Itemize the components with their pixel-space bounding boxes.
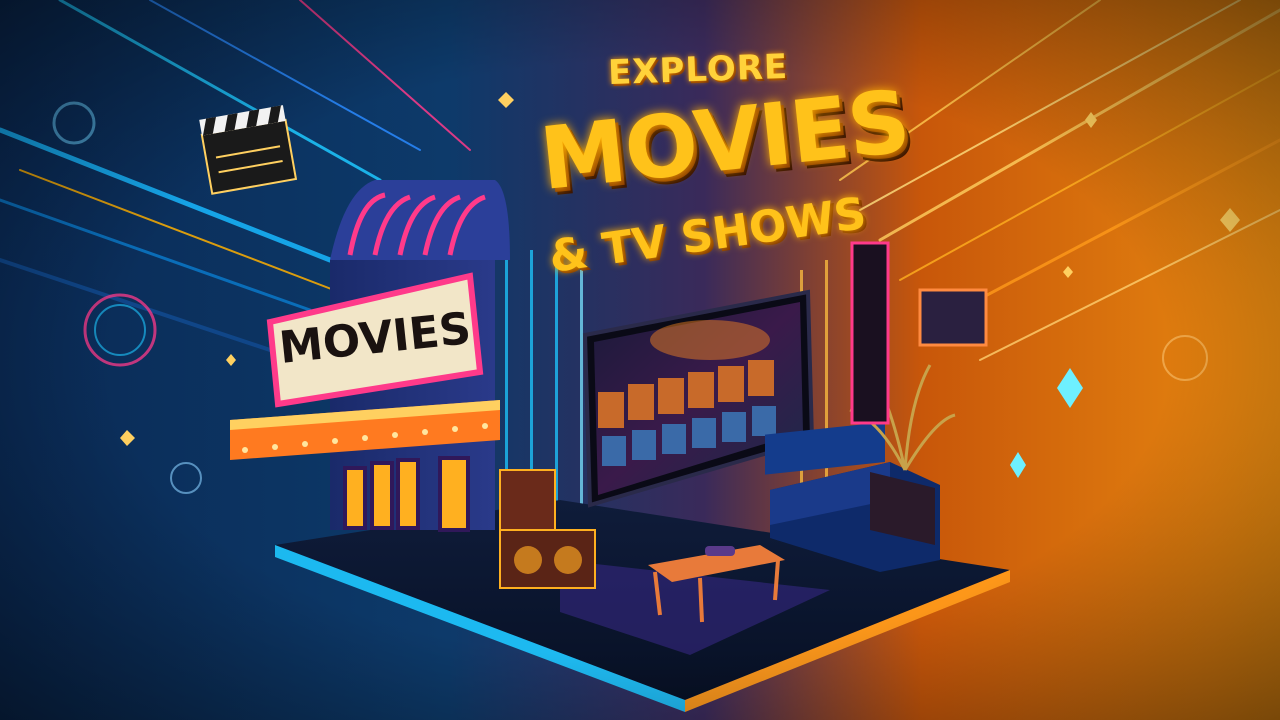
clapperboard-icon (199, 105, 298, 195)
marquee-sign-text: MOVIES (276, 302, 474, 374)
headline-movies: MOVIES (535, 71, 914, 211)
theater-marquee-sign: MOVIES (270, 288, 480, 388)
headline: EXPLORE MOVIES & TV SHOWS (520, 40, 914, 310)
